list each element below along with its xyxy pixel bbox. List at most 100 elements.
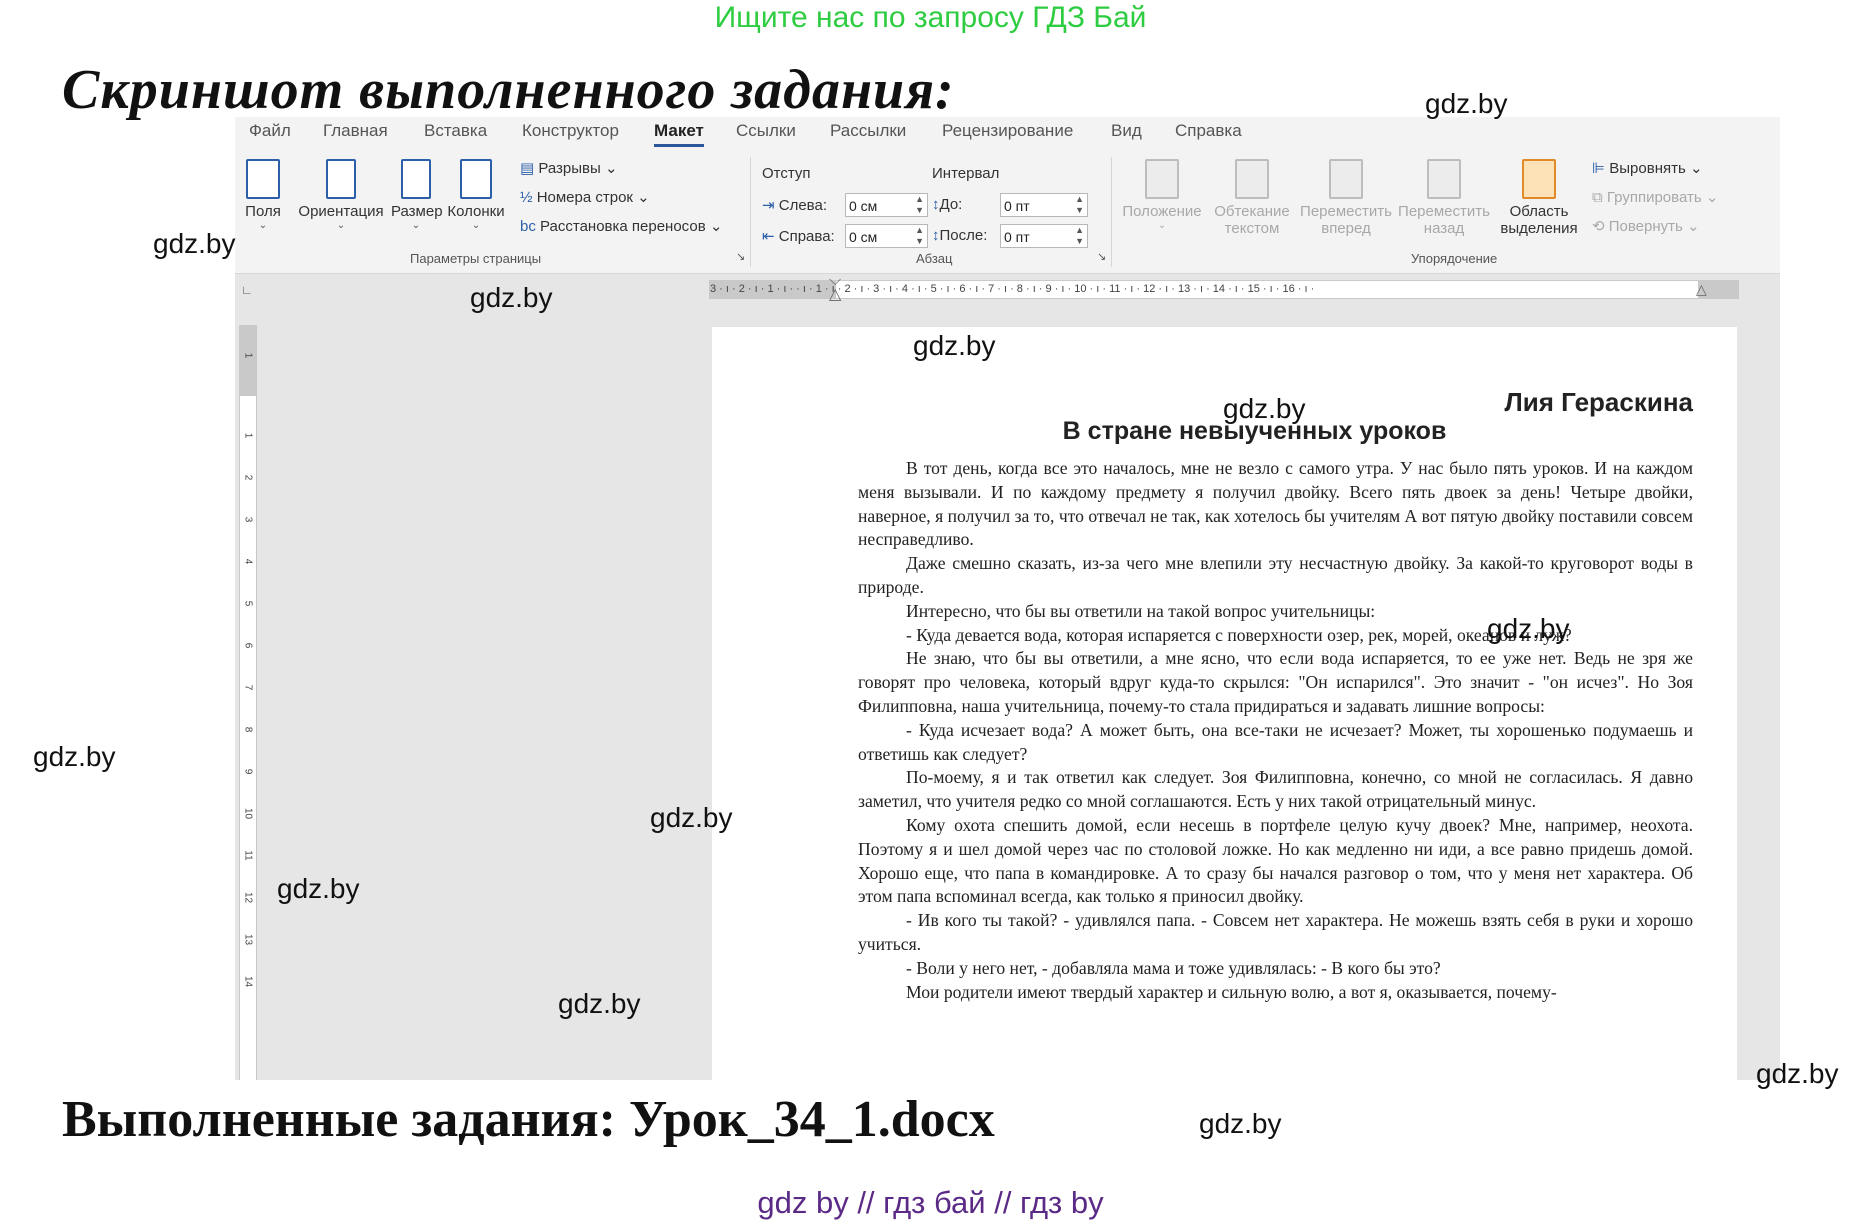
ruler-scale: 3 · ı · 2 · ı · 1 · ı · · ı · 1 · ı · 2 … (710, 283, 1315, 295)
dialog-launcher-icon[interactable]: ↘ (1097, 250, 1106, 263)
completed-tasks-heading: Выполненные задания: Урок_34_1.docx (62, 1091, 995, 1148)
group-label-paragraph: Абзац (916, 251, 953, 266)
indent-left-icon: ⇥ (762, 197, 775, 214)
chevron-down-icon: ⌄ (411, 220, 421, 231)
indent-left-label: ⇥ Слева: (762, 197, 827, 214)
paragraph: - Воли у него нет, - добавляла мама и то… (906, 957, 1441, 978)
watermark: gdz.by (1487, 613, 1570, 644)
hyphenation-button[interactable]: bc Расстановка переносов ⌄ (520, 217, 722, 235)
align-icon: ⊫ (1592, 160, 1606, 177)
line-numbers-icon: ½ (520, 189, 533, 206)
document-body[interactable]: В тот день, когда все это началось, мне … (858, 457, 1693, 1004)
breaks-icon: ▤ (520, 160, 535, 177)
bring-forward-button[interactable]: Переместить вперед (1299, 159, 1393, 237)
selection-pane-icon (1522, 159, 1556, 199)
line-numbers-button[interactable]: ½ Номера строк ⌄ (520, 188, 650, 206)
watermark: gdz.by (153, 228, 236, 259)
hyphenation-icon: bc (520, 218, 536, 235)
document-author: Лия Гераскина (1504, 387, 1693, 417)
orientation-button[interactable]: Ориентация ⌄ (297, 159, 385, 231)
indent-right-input[interactable]: 0 см ▲ ▼ (845, 224, 928, 248)
spinner-arrows-icon[interactable]: ▲ ▼ (915, 225, 924, 247)
size-icon (401, 159, 431, 199)
watermark: gdz.by (277, 873, 360, 904)
promo-text: Ищите нас по запросу ГДЗ Бай (714, 1, 1147, 34)
wrap-text-icon (1235, 159, 1269, 199)
group-button[interactable]: ⧉ Группировать ⌄ (1592, 188, 1718, 206)
indent-marker-icon[interactable]: ⌵ △ (829, 273, 841, 303)
align-button[interactable]: ⊫ Выровнять ⌄ (1592, 159, 1703, 177)
paragraph: По-моему, я и так ответил как следует. З… (858, 767, 1693, 812)
send-backward-button[interactable]: Переместить назад (1397, 159, 1491, 237)
word-window: Файл Главная Вставка Конструктор Макет С… (235, 117, 1780, 1080)
margins-button[interactable]: Поля ⌄ (245, 159, 281, 231)
chevron-down-icon: ⌄ (471, 220, 481, 231)
orientation-icon (326, 159, 356, 199)
position-button[interactable]: Положение ⌄ (1119, 159, 1205, 231)
tab-file[interactable]: Файл (249, 121, 291, 141)
tab-design[interactable]: Конструктор (522, 121, 619, 141)
tab-home[interactable]: Главная (323, 121, 388, 141)
watermark: gdz.by (913, 330, 996, 361)
group-separator (1111, 157, 1112, 267)
chevron-down-icon: ⌄ (258, 220, 268, 231)
watermark: gdz.by (1199, 1108, 1282, 1139)
indent-left-input[interactable]: 0 см ▲ ▼ (845, 193, 928, 217)
paragraph: Даже смешно сказать, из-за чего мне влеп… (858, 553, 1693, 597)
paragraph: - Куда исчезает вода? А может быть, она … (858, 719, 1693, 764)
margins-icon (246, 159, 280, 199)
dialog-launcher-icon[interactable]: ↘ (736, 250, 745, 263)
document-page[interactable]: Лия Гераскина В стране невыученных уроко… (712, 327, 1737, 1080)
spinner-arrows-icon[interactable]: ▲ ▼ (1075, 194, 1084, 216)
tab-mailings[interactable]: Рассылки (830, 121, 906, 141)
columns-button[interactable]: Колонки ⌄ (446, 159, 506, 231)
send-backward-icon (1427, 159, 1461, 199)
tab-review[interactable]: Рецензирование (942, 121, 1073, 141)
paragraph: - Ив кого ты такой? - удивлялся папа. - … (858, 910, 1693, 954)
indent-right-icon: ⇤ (762, 228, 775, 245)
indent-right-label: ⇤ Справа: (762, 228, 835, 245)
tab-help[interactable]: Справка (1175, 121, 1242, 141)
columns-icon (460, 159, 492, 199)
group-icon: ⧉ (1592, 189, 1603, 206)
rotate-button[interactable]: ⟲ Повернуть ⌄ (1592, 217, 1700, 235)
watermark: gdz.by (1223, 393, 1306, 424)
horizontal-ruler[interactable]: 3 · ı · 2 · ı · 1 · ı · · ı · 1 · ı · 2 … (709, 280, 1739, 299)
spinner-arrows-icon[interactable]: ▲ ▼ (1075, 225, 1084, 247)
breaks-button[interactable]: ▤ Разрывы ⌄ (520, 159, 618, 177)
spacing-before-input[interactable]: 0 пт ▲ ▼ (1000, 193, 1088, 217)
paragraph: Кому охота спешить домой, если несешь в … (858, 814, 1693, 907)
chevron-down-icon: ⌄ (336, 220, 346, 231)
tab-selector-icon[interactable]: ∟ (241, 283, 253, 297)
spacing-before-icon: ↕ (932, 196, 940, 213)
watermark: gdz.by (1756, 1058, 1839, 1089)
tab-insert[interactable]: Вставка (424, 121, 487, 141)
watermark: gdz.by (558, 988, 641, 1019)
watermark: gdz.by (1425, 88, 1508, 119)
tab-references[interactable]: Ссылки (736, 121, 796, 141)
right-indent-marker-icon[interactable]: △ (1696, 281, 1707, 298)
spinner-arrows-icon[interactable]: ▲ ▼ (915, 194, 924, 216)
size-button[interactable]: Размер ⌄ (391, 159, 443, 231)
spacing-after-icon: ↕ (932, 227, 940, 244)
tab-view[interactable]: Вид (1111, 121, 1142, 141)
group-label-page-setup: Параметры страницы (410, 251, 542, 266)
watermark: gdz.by (33, 741, 116, 772)
rotate-icon: ⟲ (1592, 218, 1605, 235)
selection-pane-button[interactable]: Область выделения (1497, 159, 1581, 237)
spacing-after-input[interactable]: 0 пт ▲ ▼ (1000, 224, 1088, 248)
watermark: gdz.by (650, 802, 733, 833)
page-heading: Скриншот выполненного задания: (62, 59, 955, 121)
spacing-before-label: ↕До: (932, 196, 963, 213)
vertical-ruler[interactable]: 1 1 2 3 4 5 6 7 8 9 10 11 12 13 14 (239, 325, 257, 1080)
indent-label: Отступ (762, 165, 811, 182)
tab-layout[interactable]: Макет (654, 121, 704, 147)
wrap-text-button[interactable]: Обтекание текстом (1211, 159, 1293, 237)
ribbon: Поля ⌄ Ориентация ⌄ Размер ⌄ Колонки ⌄ ▤… (235, 151, 1780, 274)
bring-forward-icon (1329, 159, 1363, 199)
paragraph: В тот день, когда все это началось, мне … (858, 458, 1693, 550)
paragraph: Мои родители имеют твердый характер и си… (906, 981, 1557, 1002)
spacing-after-label: ↕После: (932, 227, 988, 244)
footer-text: gdz by // гдз бай // гдз by (757, 1185, 1104, 1220)
spacing-label: Интервал (932, 165, 1000, 182)
